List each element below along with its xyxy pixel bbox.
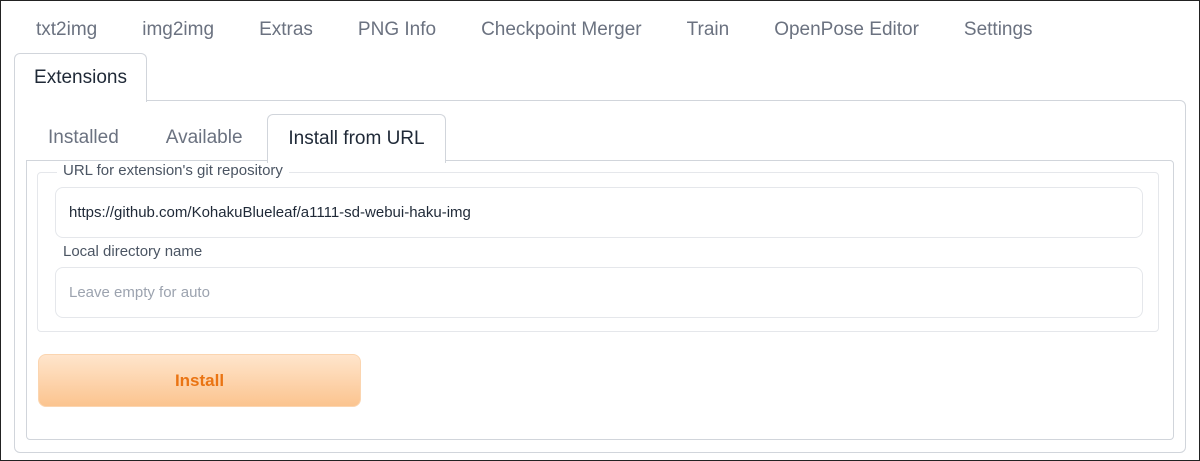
dir-field-label: Local directory name [57,243,209,260]
tab-extras[interactable]: Extras [259,19,313,41]
tab-png-info[interactable]: PNG Info [358,19,436,41]
tab-checkpoint-merger[interactable]: Checkpoint Merger [481,19,642,41]
install-button[interactable]: Install [38,354,361,407]
subtab-installed[interactable]: Installed [48,127,119,149]
tab-train[interactable]: Train [687,19,730,41]
tab-extensions[interactable]: Extensions [14,53,147,102]
url-input[interactable] [55,187,1143,238]
tab-img2img[interactable]: img2img [142,19,214,41]
sub-tab-bar: Installed Available [26,115,290,160]
tab-openpose-editor[interactable]: OpenPose Editor [774,19,919,41]
top-tab-bar: txt2img img2img Extras PNG Info Checkpoi… [13,10,1078,50]
url-field-label: URL for extension's git repository [57,162,289,179]
subtab-install-from-url[interactable]: Install from URL [267,114,446,163]
directory-name-input[interactable] [55,267,1143,318]
subtab-available[interactable]: Available [166,127,243,149]
tab-txt2img[interactable]: txt2img [36,19,97,41]
tab-settings[interactable]: Settings [964,19,1033,41]
